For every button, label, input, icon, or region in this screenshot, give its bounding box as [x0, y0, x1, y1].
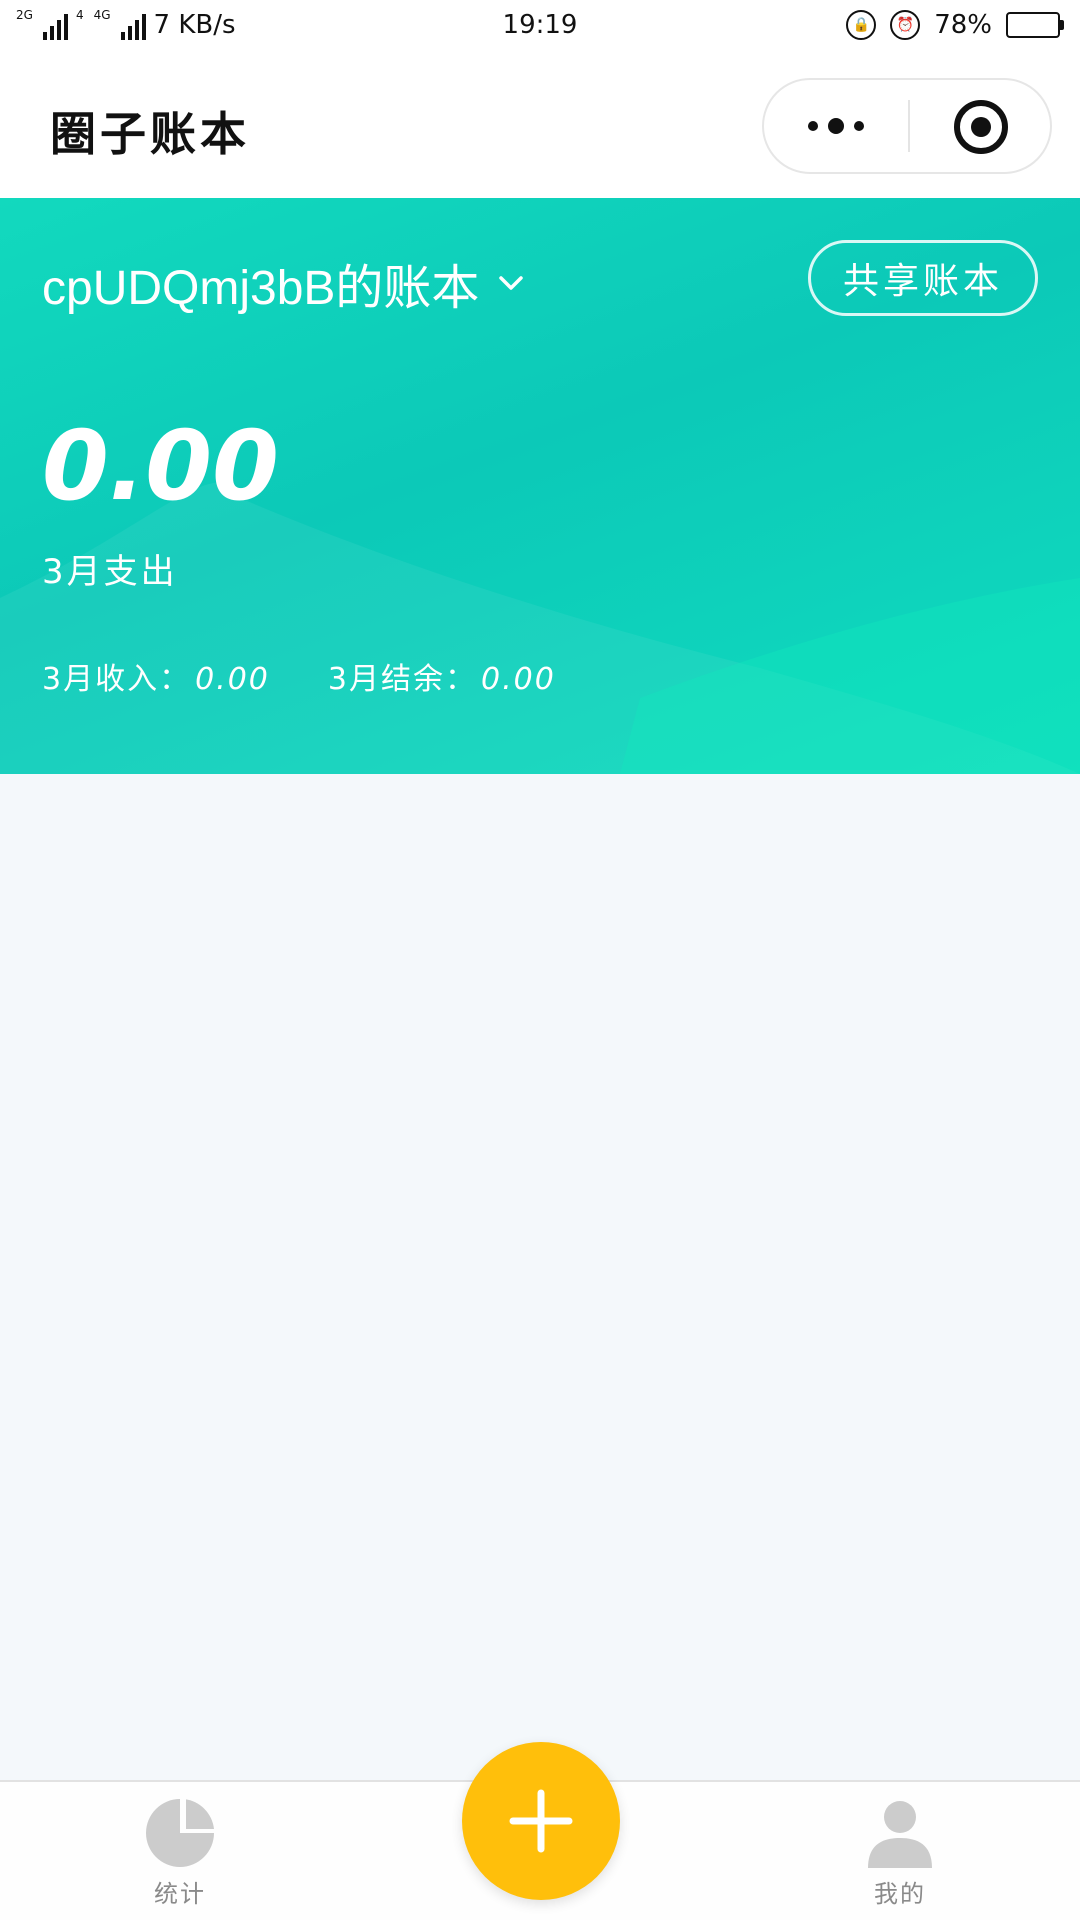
book-name: cpUDQmj3bB的账本: [42, 262, 480, 315]
expense-label: 3月支出: [42, 552, 178, 592]
user-icon: [868, 1801, 932, 1868]
page-title: 圈子账本: [50, 107, 250, 161]
month-summary: 3月收入： 0.00 3月结余： 0.00: [42, 654, 556, 698]
account-banner: cpUDQmj3bB的账本 共享账本 0.00 3月支出 3月收入： 0.00 3…: [0, 198, 1080, 774]
add-record-button[interactable]: [462, 1742, 620, 1900]
battery-percent: 78%: [934, 10, 992, 40]
more-dots-icon[interactable]: [764, 80, 908, 172]
rotation-lock-icon: 🔒: [846, 10, 877, 40]
alarm-icon: ⏰: [890, 10, 921, 40]
expense-amount: 0.00: [42, 410, 279, 522]
income-label: 3月收入：: [42, 662, 192, 697]
plus-icon: [509, 1789, 573, 1853]
balance-value: 0.00: [480, 662, 556, 697]
income-summary: 3月收入： 0.00: [42, 654, 270, 698]
tab-stats[interactable]: 统计: [100, 1798, 260, 1914]
mini-program-capsule: [762, 78, 1052, 174]
target-close-icon[interactable]: [954, 100, 1008, 154]
income-value: 0.00: [195, 662, 270, 697]
status-bar: 2G 4 4G 7 KB/s 19:19 🔒 ⏰ 78%: [0, 0, 1080, 54]
capsule-divider: [908, 100, 910, 152]
tab-mine[interactable]: 我的: [820, 1798, 980, 1914]
battery-icon: [1006, 12, 1064, 38]
app-header: 圈子账本: [0, 54, 1080, 198]
pie-chart-icon: [146, 1799, 214, 1867]
tab-stats-label: 统计: [154, 1880, 206, 1908]
tab-mine-label: 我的: [874, 1880, 926, 1908]
book-selector[interactable]: cpUDQmj3bB的账本: [42, 248, 525, 318]
balance-label: 3月结余：: [327, 662, 477, 697]
chevron-down-icon: [499, 276, 524, 290]
status-right: 🔒 ⏰ 78%: [846, 10, 1064, 40]
share-book-button[interactable]: 共享账本: [808, 240, 1038, 316]
balance-summary: 3月结余： 0.00: [328, 654, 556, 698]
